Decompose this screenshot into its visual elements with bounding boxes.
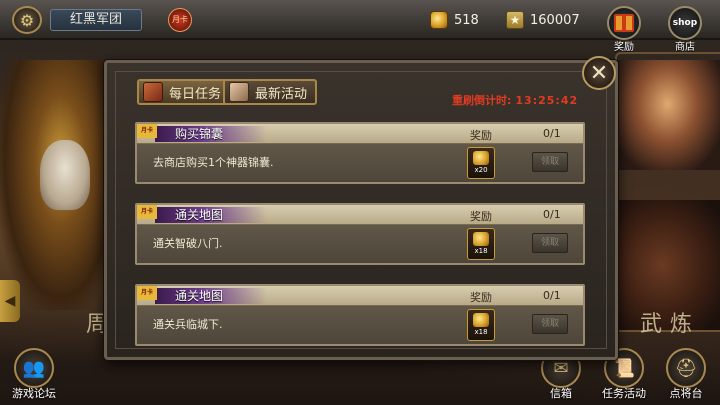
task-header: 月卡 通关地图 奖励 0/1 <box>137 286 583 306</box>
month-card-flag: 月卡 <box>137 286 157 300</box>
countdown-label: 重刷倒计时: <box>452 94 512 107</box>
reward-item-slot[interactable]: x20 <box>467 147 495 179</box>
reward-quantity: x18 <box>474 247 488 255</box>
task-row: 月卡 通关地图 奖励 0/1 通关智破八门. x18 领取 <box>135 203 585 265</box>
chevron-left-icon: ◀ <box>4 293 16 309</box>
month-card-badge[interactable]: 月卡 <box>168 8 192 32</box>
general-stage-label: 点将台 <box>669 387 703 400</box>
task-row: 月卡 通关地图 奖励 0/1 通关兵临城下. x18 领取 <box>135 284 585 346</box>
task-title: 购买锦囊 <box>175 127 224 141</box>
scroll-left-arrow[interactable]: ◀ <box>0 280 20 322</box>
task-progress: 0/1 <box>543 127 561 140</box>
gift-label: 奖励 <box>614 42 634 53</box>
task-activity-label: 任务活动 <box>602 387 646 400</box>
gold-coin-icon <box>473 232 489 246</box>
mail-label: 信箱 <box>550 387 572 400</box>
forum-button[interactable]: 👥 游戏论坛 <box>4 348 64 401</box>
gold-coin-icon <box>473 313 489 327</box>
side-card-right[interactable] <box>615 52 720 332</box>
task-header: 月卡 购买锦囊 奖励 0/1 <box>137 124 583 144</box>
month-card-flag: 月卡 <box>137 124 157 138</box>
tab-latest-events[interactable]: 最新活动 <box>223 79 318 105</box>
reward-quantity: x18 <box>474 328 488 336</box>
claim-button-disabled[interactable]: 领取 <box>532 233 568 253</box>
tab-label: 每日任务 <box>169 86 222 102</box>
users-icon: 👥 <box>22 357 46 379</box>
reward-label: 奖励 <box>470 210 492 223</box>
helmet-icon: ⛑ <box>674 357 698 379</box>
reward-quantity: x20 <box>474 166 488 174</box>
guild-name[interactable]: 红黑军团 <box>50 9 142 31</box>
task-progress: 0/1 <box>543 208 561 221</box>
reward-label: 奖励 <box>470 129 492 142</box>
gold-counter: 518 <box>430 9 479 31</box>
tab-daily-tasks[interactable]: 每日任务 <box>137 79 232 105</box>
mail-icon: ✉ <box>553 357 569 379</box>
reward-label: 奖励 <box>470 291 492 304</box>
star-icon: ★ <box>506 11 524 29</box>
claim-button-disabled[interactable]: 领取 <box>532 314 568 334</box>
task-header: 月卡 通关地图 奖励 0/1 <box>137 205 583 225</box>
close-button[interactable]: ✕ <box>582 56 616 90</box>
tab-label: 最新活动 <box>255 86 308 102</box>
reward-item-slot[interactable]: x18 <box>467 309 495 341</box>
claim-button-disabled[interactable]: 领取 <box>532 152 568 172</box>
task-description: 通关智破八门. <box>153 237 223 250</box>
star-amount: 160007 <box>530 12 580 28</box>
task-title: 通关地图 <box>175 208 224 222</box>
close-icon: ✕ <box>589 60 609 86</box>
scroll-icon: 📜 <box>612 357 636 379</box>
reward-item-slot[interactable]: x18 <box>467 228 495 260</box>
shop-label: 商店 <box>675 42 695 53</box>
task-progress: 0/1 <box>543 289 561 302</box>
countdown-value: 13:25:42 <box>515 94 579 107</box>
settings-gear-button[interactable]: ⚙ <box>12 6 42 34</box>
side-card-right-text: 武炼 <box>639 312 700 337</box>
general-stage-button[interactable]: ⛑ 点将台 <box>656 348 716 401</box>
shop-button[interactable]: shop 商店 <box>665 6 705 53</box>
task-book-icon <box>143 82 163 102</box>
star-counter: ★ 160007 <box>506 9 580 31</box>
event-icon <box>229 82 249 102</box>
hero-portrait-left <box>0 60 110 310</box>
shop-icon: shop <box>672 18 698 28</box>
task-description: 通关兵临城下. <box>153 318 223 331</box>
gold-coin-icon <box>473 151 489 165</box>
gift-button[interactable]: 奖励 <box>604 6 644 53</box>
month-card-flag: 月卡 <box>137 205 157 219</box>
gear-icon: ⚙ <box>19 10 35 30</box>
forum-label: 游戏论坛 <box>12 387 56 400</box>
task-row: 月卡 购买锦囊 奖励 0/1 去商店购买1个神器锦囊. x20 领取 <box>135 122 585 184</box>
gold-amount: 518 <box>454 12 479 28</box>
top-bar: ⚙ 红黑军团 月卡 518 ★ 160007 奖励 shop 商店 <box>0 0 720 53</box>
gold-coin-icon <box>430 11 448 29</box>
task-description: 去商店购买1个神器锦囊. <box>153 156 274 169</box>
refresh-countdown: 重刷倒计时: 13:25:42 <box>452 92 578 108</box>
gift-box-icon <box>614 14 634 32</box>
task-title: 通关地图 <box>175 289 224 303</box>
